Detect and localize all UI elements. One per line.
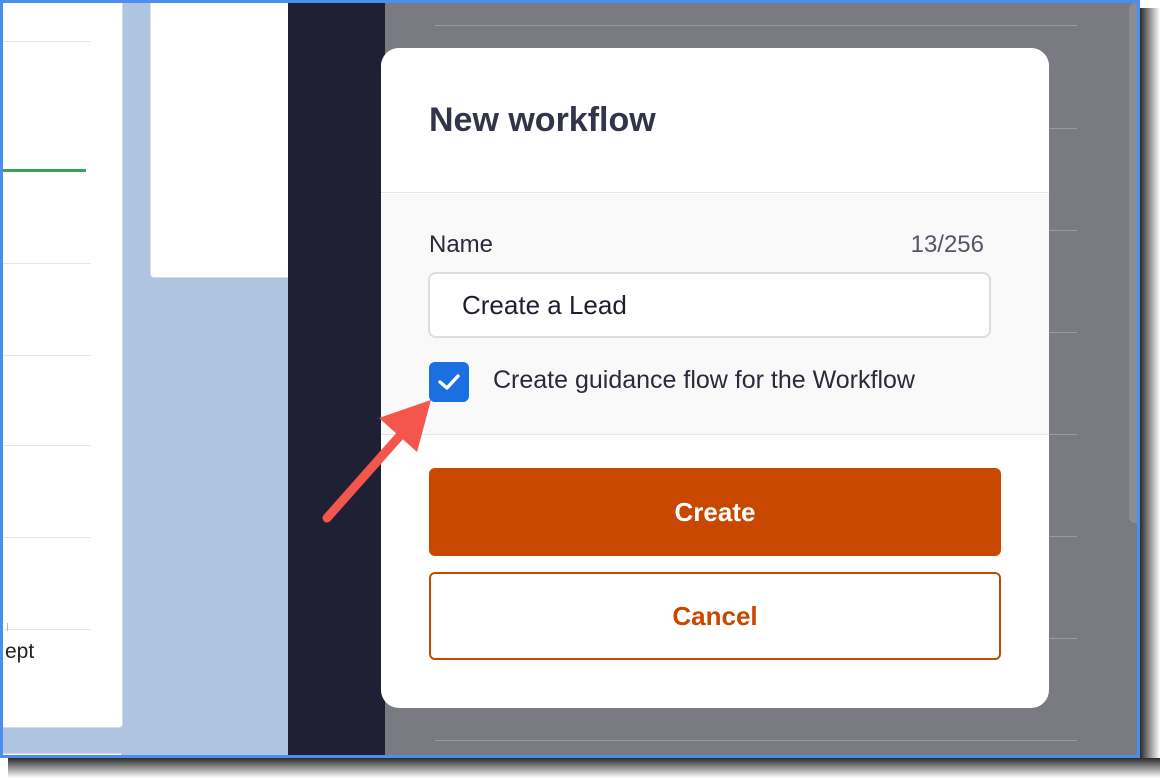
name-input[interactable]	[428, 272, 991, 338]
frame-shadow-right	[1140, 8, 1160, 778]
frame-shadow-bottom	[8, 758, 1160, 778]
background-chart-panel: ept	[3, 3, 123, 728]
cancel-button[interactable]: Cancel	[429, 572, 1001, 660]
arrow-icon	[322, 400, 431, 523]
chart-axis-line	[3, 629, 91, 630]
chart-gridline	[3, 41, 91, 42]
dark-sidebar	[288, 3, 385, 755]
name-character-counter: 13/256	[910, 231, 984, 258]
dialog-title: New workflow	[429, 101, 656, 139]
name-label: Name	[429, 231, 494, 258]
screenshot: ept New workflow Name 13/256 Create a Le…	[0, 0, 1160, 778]
new-workflow-dialog: New workflow Name 13/256 Create guidance…	[381, 48, 1049, 708]
create-button[interactable]: Create	[429, 468, 1001, 556]
chart-gridline	[3, 355, 91, 356]
dialog-header: New workflow	[381, 48, 1049, 193]
scrollbar[interactable]	[1129, 3, 1137, 523]
chart-gridline	[3, 537, 91, 538]
background-card-bottom	[3, 753, 121, 755]
dialog-body: Name 13/256 Create guidance flow for the…	[381, 194, 1049, 435]
chart-series-line	[3, 169, 86, 172]
backdrop-row-divider	[435, 25, 1077, 26]
chart-gridline	[3, 445, 91, 446]
app-window: ept New workflow Name 13/256 Create a Le…	[0, 0, 1140, 758]
guidance-flow-label[interactable]: Create guidance flow for the Workflow	[493, 366, 915, 395]
background-card	[150, 3, 292, 278]
chart-axis-tick	[7, 623, 8, 631]
backdrop-row-divider	[435, 740, 1077, 741]
chart-gridline	[3, 263, 91, 264]
chart-axis-label: ept	[5, 640, 35, 663]
